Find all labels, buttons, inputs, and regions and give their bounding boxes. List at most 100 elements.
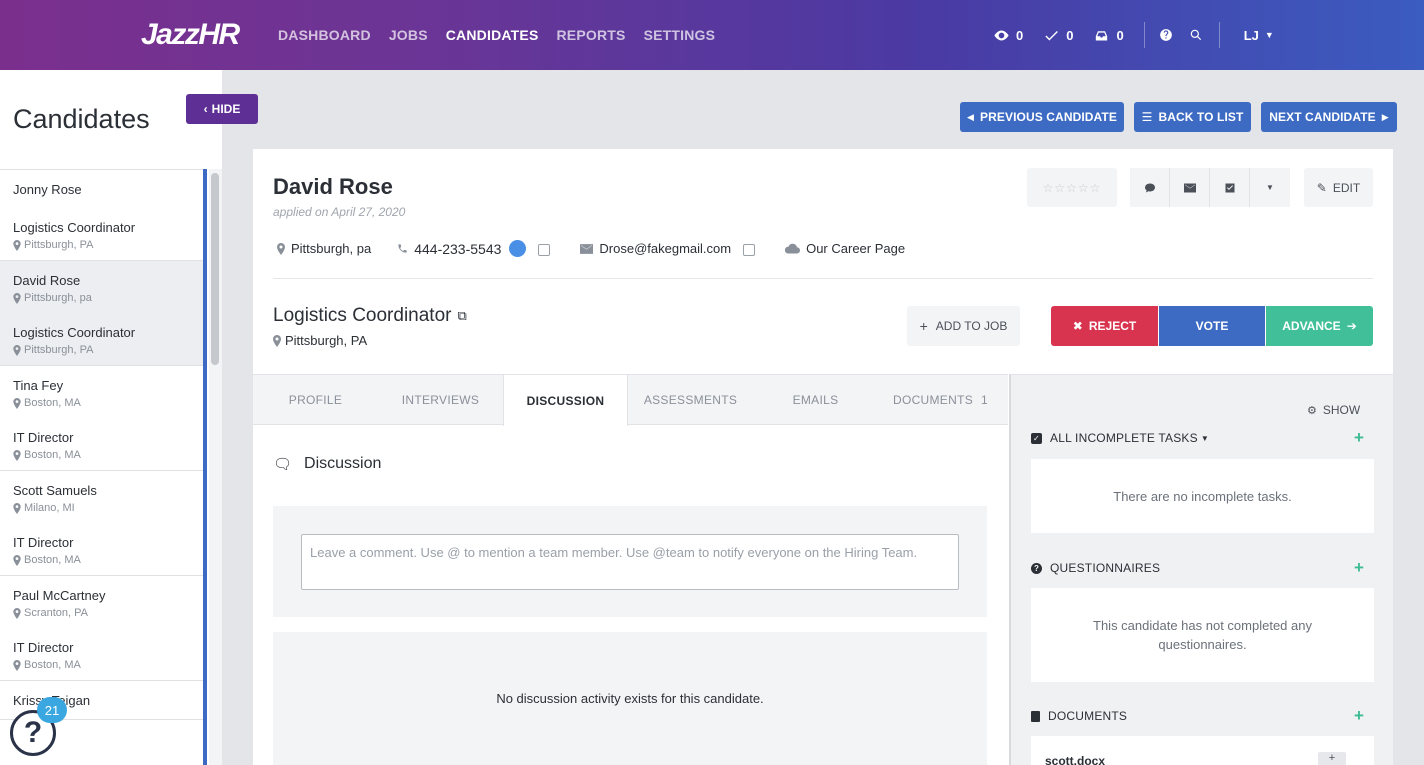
discussion-empty-state: No discussion activity exists for this c… bbox=[273, 632, 987, 765]
candidate-list-item[interactable]: Paul McCartney Scranton, PA IT Director Bos… bbox=[0, 576, 203, 681]
arrow-right-icon: ➔ bbox=[1346, 319, 1357, 333]
comment-button[interactable] bbox=[1130, 168, 1170, 207]
map-pin-icon bbox=[273, 334, 281, 347]
advance-button[interactable]: ADVANCE ➔ bbox=[1266, 306, 1373, 346]
map-pin-icon bbox=[13, 554, 21, 566]
candidate-item-job[interactable]: IT Director bbox=[13, 428, 203, 448]
tab-discussion[interactable]: DISCUSSION bbox=[503, 375, 628, 426]
tab-label: EMAILS bbox=[792, 392, 839, 407]
candidate-tabs: PROFILE INTERVIEWS DISCUSSION ASSESSMENTS EM… bbox=[253, 374, 1008, 426]
candidate-card: David Rose applied on April 27, 2020 Pit… bbox=[253, 149, 1393, 765]
inbox-icon bbox=[1096, 30, 1108, 40]
candidate-list-item[interactable]: Scott Samuels Milano, MI IT Director Boston… bbox=[0, 471, 203, 576]
candidate-item-job[interactable]: IT Director bbox=[13, 638, 203, 658]
views-counter[interactable]: 0 bbox=[993, 27, 1023, 44]
envelope-icon bbox=[580, 243, 594, 254]
vote-button[interactable]: VOTE bbox=[1159, 306, 1265, 346]
candidate-item-name[interactable]: Jonny Rose bbox=[13, 180, 203, 200]
candidate-item-job[interactable]: Logistics Coordinator bbox=[13, 323, 203, 343]
show-label: SHOW bbox=[1322, 403, 1361, 417]
candidate-item-name[interactable]: David Rose bbox=[13, 271, 203, 291]
inbox-count: 0 bbox=[1116, 27, 1124, 43]
tasks-counter[interactable]: 0 bbox=[1043, 27, 1073, 44]
candidate-item-job-location: Boston, MA bbox=[13, 448, 203, 462]
search-button[interactable] bbox=[1189, 28, 1203, 42]
rating-stars[interactable]: ☆☆☆☆☆ bbox=[1027, 168, 1117, 207]
candidate-list-item[interactable]: David Rose Pittsburgh, pa Logistics Coordi… bbox=[0, 261, 203, 366]
sms-icon[interactable] bbox=[509, 240, 527, 257]
phone-text[interactable]: 444-233-5543 bbox=[414, 241, 501, 257]
show-settings-link[interactable]: ⚙ SHOW bbox=[1307, 403, 1360, 417]
tab-interviews[interactable]: INTERVIEWS bbox=[378, 375, 503, 424]
external-link-icon[interactable]: ⧉ bbox=[457, 308, 466, 324]
sidebar-scroll-thumb[interactable] bbox=[211, 173, 219, 365]
email-text[interactable]: Drose@fakegmail.com bbox=[599, 241, 731, 256]
comment-input[interactable]: Leave a comment. Use @ to mention a team… bbox=[301, 534, 959, 590]
star-outline-icon: ☆☆☆☆☆ bbox=[1042, 180, 1102, 195]
map-pin-icon bbox=[13, 397, 21, 409]
candidate-item-job-location-text: Boston, MA bbox=[24, 449, 81, 461]
sidebar-accent-rail bbox=[203, 169, 207, 765]
tab-emails[interactable]: EMAILS bbox=[753, 375, 878, 424]
nav-jobs[interactable]: JOBS bbox=[389, 27, 428, 43]
question-mark-icon: ? bbox=[23, 716, 43, 749]
add-questionnaire-button[interactable]: + bbox=[1354, 558, 1364, 578]
phone-icon bbox=[398, 244, 407, 253]
tab-documents[interactable]: DOCUMENTS 1 bbox=[878, 375, 1003, 424]
add-to-job-button[interactable]: + ADD TO JOB bbox=[907, 306, 1020, 346]
document-action-button[interactable]: + bbox=[1318, 752, 1346, 765]
nav-dashboard[interactable]: DASHBOARD bbox=[278, 27, 371, 43]
edit-label: EDIT bbox=[1332, 180, 1361, 195]
inbox-counter[interactable]: 0 bbox=[1093, 27, 1124, 44]
next-candidate-button[interactable]: NEXT CANDIDATE ▶ bbox=[1261, 102, 1397, 132]
candidate-item-job[interactable]: IT Director bbox=[13, 533, 203, 553]
candidate-item-name[interactable]: Scott Samuels bbox=[13, 481, 203, 501]
topbar-divider bbox=[1143, 22, 1145, 48]
add-document-button[interactable]: + bbox=[1354, 706, 1364, 726]
candidate-list-item[interactable]: Tina Fey Boston, MA IT Director Boston, MA bbox=[0, 366, 203, 471]
hide-sidebar-button[interactable]: ‹ HIDE bbox=[186, 94, 258, 124]
map-pin-icon bbox=[13, 292, 21, 304]
task-button[interactable] bbox=[1210, 168, 1250, 207]
chevron-left-icon: ‹ bbox=[203, 102, 208, 116]
map-pin-icon bbox=[13, 239, 21, 251]
user-menu[interactable]: LJ ▼ bbox=[1244, 28, 1274, 43]
tasks-section-title[interactable]: ✓ ALL INCOMPLETE TASKS ▼ bbox=[1031, 431, 1209, 445]
comment-icon bbox=[1144, 183, 1155, 192]
reject-button[interactable]: ✖ REJECT bbox=[1051, 306, 1158, 346]
candidate-item-name[interactable]: Paul McCartney bbox=[13, 586, 203, 606]
previous-candidate-button[interactable]: ◀ PREVIOUS CANDIDATE bbox=[960, 102, 1124, 132]
tab-label: INTERVIEWS bbox=[401, 392, 480, 407]
jazzhr-logo[interactable]: JazzHR bbox=[141, 18, 240, 52]
applied-date: applied on April 27, 2020 bbox=[273, 205, 406, 219]
tab-count: 1 bbox=[981, 392, 989, 407]
candidate-item-location: Scranton, PA bbox=[13, 606, 203, 620]
caret-right-icon: ▶ bbox=[1381, 111, 1389, 122]
tasks-empty-state: There are no incomplete tasks. bbox=[1031, 459, 1374, 533]
candidate-list-item[interactable]: Jonny Rose Logistics Coordinator Pittsburg… bbox=[0, 170, 203, 261]
tab-profile[interactable]: PROFILE bbox=[253, 375, 378, 424]
help-button[interactable] bbox=[1159, 28, 1173, 42]
add-task-button[interactable]: + bbox=[1354, 428, 1364, 448]
copy-phone-icon[interactable] bbox=[538, 243, 551, 256]
email-button[interactable] bbox=[1170, 168, 1210, 207]
candidate-source: Our Career Page bbox=[785, 241, 905, 256]
pencil-icon: ✎ bbox=[1316, 180, 1327, 195]
copy-email-icon[interactable] bbox=[743, 243, 756, 256]
candidate-item-job-location: Pittsburgh, PA bbox=[13, 343, 203, 357]
map-pin-icon bbox=[13, 344, 21, 356]
candidate-item-job[interactable]: Logistics Coordinator bbox=[13, 218, 203, 238]
more-actions-dropdown[interactable]: ▼ bbox=[1250, 168, 1290, 207]
candidate-item-name[interactable]: Tina Fey bbox=[13, 376, 203, 396]
tab-assessments[interactable]: ASSESSMENTS bbox=[628, 375, 753, 424]
document-name[interactable]: scott.docx bbox=[1045, 754, 1105, 765]
back-to-list-button[interactable]: ☰ BACK TO LIST bbox=[1134, 102, 1251, 132]
nav-candidates[interactable]: CANDIDATES bbox=[446, 27, 539, 43]
job-title-text[interactable]: Logistics Coordinator bbox=[273, 305, 451, 327]
candidate-email: Drose@fakegmail.com bbox=[580, 241, 756, 256]
edit-button[interactable]: ✎ EDIT bbox=[1304, 168, 1373, 207]
nav-settings[interactable]: SETTINGS bbox=[644, 27, 716, 43]
list-icon: ☰ bbox=[1141, 110, 1153, 124]
add-to-job-label: ADD TO JOB bbox=[935, 319, 1008, 333]
nav-reports[interactable]: REPORTS bbox=[557, 27, 626, 43]
